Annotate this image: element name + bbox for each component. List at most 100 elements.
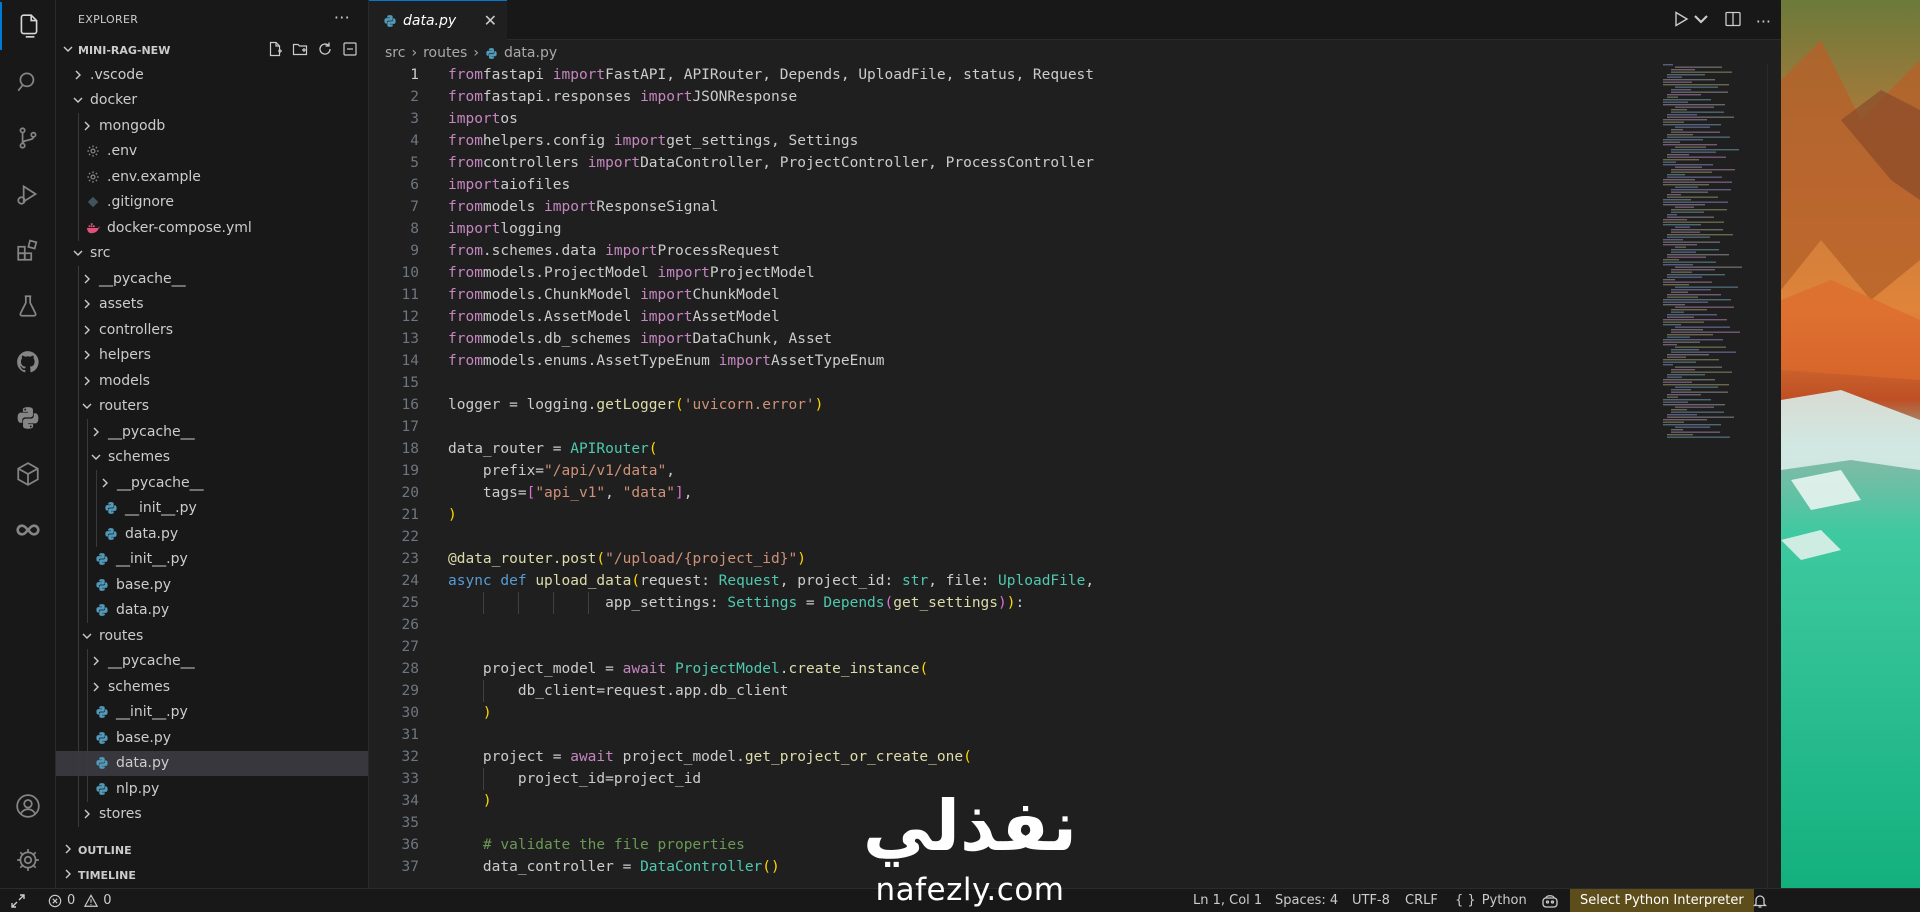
minimap-line: [1663, 84, 1729, 86]
package-icon[interactable]: [0, 450, 56, 498]
tree-file[interactable]: .env: [56, 138, 368, 164]
tree-folder[interactable]: __pycache__: [56, 419, 368, 445]
minimap-line: [1663, 344, 1677, 346]
indentation[interactable]: Spaces: 4: [1275, 889, 1338, 912]
chevron-down-icon: [62, 43, 78, 58]
tab-data-py[interactable]: data.py ✕: [369, 0, 507, 40]
refresh-icon[interactable]: [317, 41, 333, 60]
minimap-line: [1671, 231, 1700, 233]
tree-folder[interactable]: controllers: [56, 317, 368, 343]
run-debug-icon[interactable]: [0, 170, 56, 218]
code-token: request:: [640, 573, 719, 589]
end-of-line[interactable]: CRLF: [1405, 889, 1438, 912]
cursor-position[interactable]: Ln 1, Col 1: [1193, 889, 1262, 912]
chevron-right-icon: [79, 375, 95, 387]
code-token: "api_v1": [535, 485, 606, 501]
minimap-line: [1663, 419, 1707, 421]
tree-folder[interactable]: __pycache__: [56, 470, 368, 496]
minimap-line: [1663, 181, 1732, 183]
indent-guide: [87, 597, 88, 623]
minimap-line: [1663, 299, 1731, 301]
code-text: frommodels.ChunkModel importChunkModel: [448, 284, 780, 306]
tree-item-label: __pycache__: [99, 270, 186, 287]
tree-folder[interactable]: docker: [56, 88, 368, 114]
more-actions-icon[interactable]: ···: [334, 8, 350, 27]
tree-file[interactable]: data.py: [56, 750, 368, 776]
tree-file[interactable]: .env.example: [56, 164, 368, 190]
select-python-interpreter[interactable]: Select Python Interpreter: [1570, 889, 1754, 912]
testing-icon[interactable]: [0, 282, 56, 330]
explorer-icon[interactable]: [0, 2, 56, 50]
new-folder-icon[interactable]: [292, 41, 308, 60]
tree-folder[interactable]: schemes: [56, 674, 368, 700]
tree-folder[interactable]: assets: [56, 291, 368, 317]
python-icon[interactable]: [0, 394, 56, 442]
tree-folder[interactable]: __pycache__: [56, 266, 368, 292]
code-line: 8 importlogging: [369, 218, 1649, 240]
search-icon[interactable]: [0, 58, 56, 106]
project-folder-header[interactable]: MINI-RAG-NEW: [56, 38, 368, 62]
line-number: 25: [401, 595, 419, 611]
language-mode[interactable]: { } Python: [1455, 889, 1527, 912]
more-actions-icon[interactable]: ···: [1756, 12, 1771, 31]
remote-indicator[interactable]: [10, 889, 26, 912]
tree-folder[interactable]: .vscode: [56, 62, 368, 88]
minimap-line: [1675, 86, 1718, 88]
vertical-scrollbar[interactable]: [1767, 64, 1781, 888]
error-icon: [48, 894, 62, 907]
indent-guide: [87, 495, 88, 521]
indent-guide: [78, 317, 79, 343]
code-token: models: [482, 199, 545, 215]
problems-indicator[interactable]: 0 0: [48, 889, 112, 912]
chevron-down-icon[interactable]: [1692, 10, 1710, 32]
split-editor-icon[interactable]: [1724, 10, 1742, 32]
settings-gear-icon[interactable]: [0, 836, 56, 884]
tree-file[interactable]: .gitignore: [56, 189, 368, 215]
indent-guide: [78, 291, 79, 317]
tree-folder[interactable]: routers: [56, 393, 368, 419]
breadcrumb-src[interactable]: src: [385, 45, 405, 61]
new-file-icon[interactable]: [267, 41, 283, 60]
collapse-all-icon[interactable]: [342, 41, 358, 60]
code-line: 11 frommodels.ChunkModel importChunkModel: [369, 284, 1649, 306]
breadcrumb-routes[interactable]: routes: [423, 45, 467, 61]
run-python-file-icon[interactable]: [1672, 10, 1690, 32]
outline-section[interactable]: OUTLINE: [56, 838, 368, 863]
account-icon[interactable]: [0, 782, 56, 830]
tree-file[interactable]: nlp.py: [56, 776, 368, 802]
github-icon[interactable]: [0, 338, 56, 386]
tree-folder[interactable]: helpers: [56, 342, 368, 368]
tree-folder[interactable]: stores: [56, 801, 368, 827]
minimap-line: [1671, 111, 1724, 113]
breadcrumb-file[interactable]: data.py: [504, 45, 557, 61]
tree-folder[interactable]: routes: [56, 623, 368, 649]
explorer-sidebar: EXPLORER ··· MINI-RAG-NEW .vscode docker m…: [56, 0, 369, 888]
tree-file[interactable]: __init__.py: [56, 546, 368, 572]
python-file-icon: [383, 14, 397, 28]
minimap-line: [1663, 159, 1699, 161]
tree-folder[interactable]: schemes: [56, 444, 368, 470]
code-editor[interactable]: 1 fromfastapi importFastAPI, APIRouter, D…: [369, 64, 1649, 888]
extensions-icon[interactable]: [0, 226, 56, 274]
tree-file[interactable]: __init__.py: [56, 495, 368, 521]
tree-folder[interactable]: mongodb: [56, 113, 368, 139]
minimap-line: [1671, 131, 1720, 133]
source-control-icon[interactable]: [0, 114, 56, 162]
timeline-section[interactable]: TIMELINE: [56, 863, 368, 888]
tree-folder[interactable]: __pycache__: [56, 648, 368, 674]
copilot-icon[interactable]: [1541, 889, 1559, 912]
tree-folder[interactable]: src: [56, 241, 368, 267]
tree-file[interactable]: base.py: [56, 725, 368, 751]
infinity-icon[interactable]: [0, 506, 56, 554]
minimap[interactable]: [1659, 64, 1769, 444]
tree-file[interactable]: data.py: [56, 597, 368, 623]
notifications-bell-icon[interactable]: [1752, 889, 1768, 912]
tree-folder[interactable]: models: [56, 368, 368, 394]
tree-file[interactable]: __init__.py: [56, 699, 368, 725]
tree-file[interactable]: docker-compose.yml: [56, 215, 368, 241]
tree-file[interactable]: base.py: [56, 572, 368, 598]
close-icon[interactable]: ✕: [484, 11, 497, 30]
encoding[interactable]: UTF-8: [1352, 889, 1390, 912]
tree-item-label: base.py: [116, 729, 171, 746]
tree-file[interactable]: data.py: [56, 521, 368, 547]
